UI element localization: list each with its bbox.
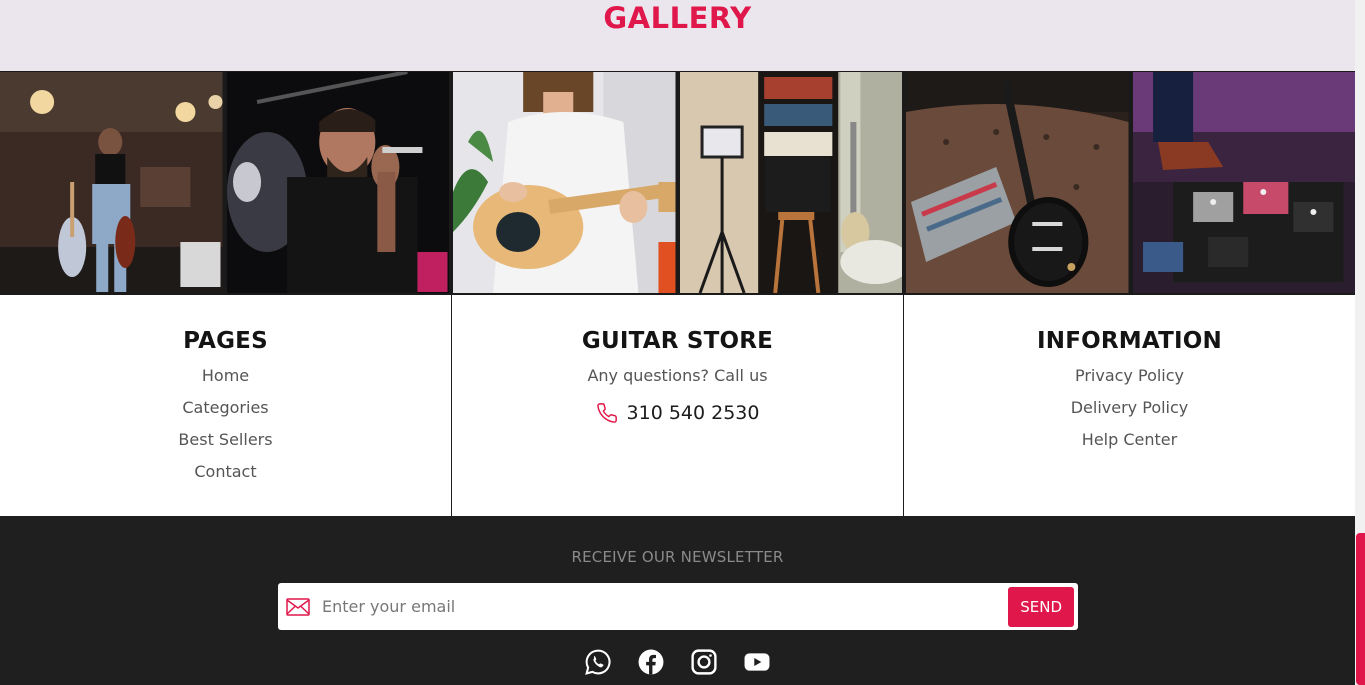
phone-number[interactable]: 310 540 2530: [627, 402, 760, 424]
email-input[interactable]: [322, 586, 1009, 627]
info-row: PAGES Home Categories Best Sellers Conta…: [0, 295, 1355, 516]
link-delivery-policy[interactable]: Delivery Policy: [904, 392, 1355, 424]
link-privacy-policy[interactable]: Privacy Policy: [904, 360, 1355, 392]
gallery-header: GALLERY: [0, 0, 1355, 71]
link-home[interactable]: Home: [0, 360, 451, 392]
store-column: GUITAR STORE Any questions? Call us 310 …: [451, 295, 903, 516]
store-heading: GUITAR STORE: [581, 328, 774, 354]
youtube-icon[interactable]: [744, 649, 770, 675]
instagram-icon[interactable]: [691, 649, 717, 675]
scrollbar-thumb[interactable]: [1356, 533, 1365, 685]
footer: RECEIVE OUR NEWSLETTER SEND: [0, 516, 1355, 685]
gallery-image-guitar-on-couch[interactable]: [906, 72, 1129, 293]
gallery-image-guitar-pedals[interactable]: [1132, 72, 1355, 293]
mail-icon: [286, 597, 310, 616]
gallery-image-home-studio[interactable]: [679, 72, 902, 293]
link-best-sellers[interactable]: Best Sellers: [0, 424, 451, 456]
whatsapp-icon[interactable]: [585, 649, 611, 675]
gallery-image-woman-playing-guitar[interactable]: [453, 72, 676, 293]
pages-heading: PAGES: [183, 328, 268, 354]
newsletter-label: RECEIVE OUR NEWSLETTER: [571, 548, 784, 566]
link-categories[interactable]: Categories: [0, 392, 451, 424]
link-contact[interactable]: Contact: [0, 456, 451, 488]
gallery-image-guitarist-woman[interactable]: [0, 72, 223, 293]
phone-icon: [596, 403, 617, 423]
pages-column: PAGES Home Categories Best Sellers Conta…: [0, 295, 451, 516]
facebook-icon[interactable]: [638, 649, 664, 675]
gallery-strip: [0, 71, 1355, 295]
phone-line[interactable]: 310 540 2530: [452, 402, 903, 424]
store-subtitle: Any questions? Call us: [587, 366, 768, 385]
social-row: [0, 649, 1355, 675]
gallery-title: GALLERY: [603, 1, 752, 35]
link-help-center[interactable]: Help Center: [904, 424, 1355, 456]
information-column: INFORMATION Privacy Policy Delivery Poli…: [903, 295, 1355, 516]
gallery-image-harmonica-singer[interactable]: [226, 72, 449, 293]
newsletter-form: SEND: [278, 583, 1078, 630]
send-button[interactable]: SEND: [1008, 586, 1074, 627]
information-heading: INFORMATION: [1037, 328, 1222, 354]
page: GALLERY PAGES Home Categories Best Selle…: [0, 0, 1355, 685]
